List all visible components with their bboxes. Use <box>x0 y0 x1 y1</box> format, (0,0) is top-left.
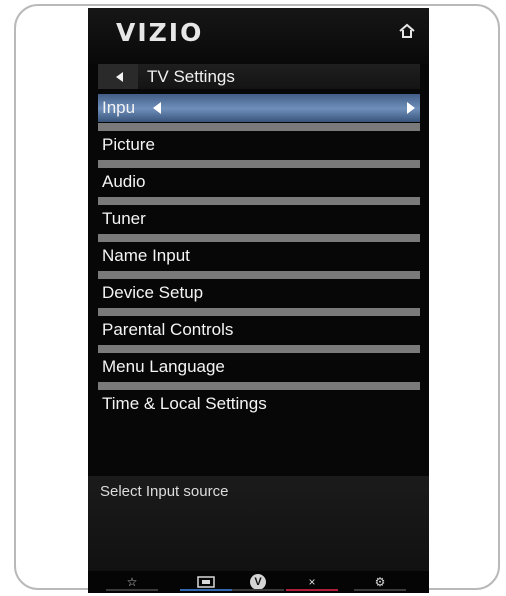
description-panel: Select Input source <box>88 476 429 571</box>
vizio-logo: VIZIO <box>116 18 204 47</box>
menu-item-menu-language[interactable]: Menu Language <box>98 345 420 381</box>
menu-item-parental-controls-label: Parental Controls <box>102 320 234 339</box>
menu-item-audio-label: Audio <box>102 172 146 191</box>
menu-item-name-input-label: Name Input <box>102 246 190 265</box>
menu-item-time-local-settings-label: Time & Local Settings <box>102 394 267 413</box>
star-icon: ☆ <box>126 575 138 589</box>
vizio-button[interactable]: V <box>232 571 284 593</box>
menu-item-device-setup[interactable]: Device Setup <box>98 271 420 307</box>
vizio-v-icon: V <box>250 574 266 590</box>
tv-menu-screen: VIZIO TV Settings Inpu Picture Audio Tun… <box>88 8 429 593</box>
settings-button[interactable]: ⚙ <box>354 571 406 593</box>
menu-item-tuner[interactable]: Tuner <box>98 197 420 233</box>
home-icon[interactable] <box>398 22 416 40</box>
menu-item-name-input[interactable]: Name Input <box>98 234 420 270</box>
gear-icon: ⚙ <box>374 575 386 589</box>
top-bar: VIZIO <box>88 8 429 64</box>
menu-item-picture-label: Picture <box>102 135 155 154</box>
menu-item-parental-controls[interactable]: Parental Controls <box>98 308 420 344</box>
menu-item-time-local-settings[interactable]: Time & Local Settings <box>98 382 420 418</box>
menu-item-tuner-label: Tuner <box>102 209 146 228</box>
right-arrow-icon[interactable] <box>407 102 415 114</box>
back-arrow-icon <box>116 72 123 82</box>
left-arrow-icon[interactable] <box>153 102 161 114</box>
close-icon: × <box>308 575 316 589</box>
bottom-nav-bar: ☆ V × ⚙ <box>88 571 429 593</box>
menu-item-device-setup-label: Device Setup <box>102 283 204 302</box>
tv-settings-title-bar: TV Settings <box>98 64 420 89</box>
close-button[interactable]: × <box>286 571 338 593</box>
input-icon <box>197 576 215 588</box>
input-button[interactable] <box>180 571 232 593</box>
back-button[interactable] <box>98 64 138 89</box>
menu-item-picture[interactable]: Picture <box>98 123 420 159</box>
description-text: Select Input source <box>100 483 229 500</box>
menu-item-audio[interactable]: Audio <box>98 160 420 196</box>
settings-menu: Inpu Picture Audio Tuner Name Input Devi… <box>98 94 420 419</box>
menu-item-menu-language-label: Menu Language <box>102 357 225 376</box>
tv-settings-title: TV Settings <box>147 67 235 86</box>
menu-item-input-label: Inpu <box>102 98 136 117</box>
star-button[interactable]: ☆ <box>106 571 158 593</box>
menu-item-input[interactable]: Inpu <box>98 94 420 122</box>
